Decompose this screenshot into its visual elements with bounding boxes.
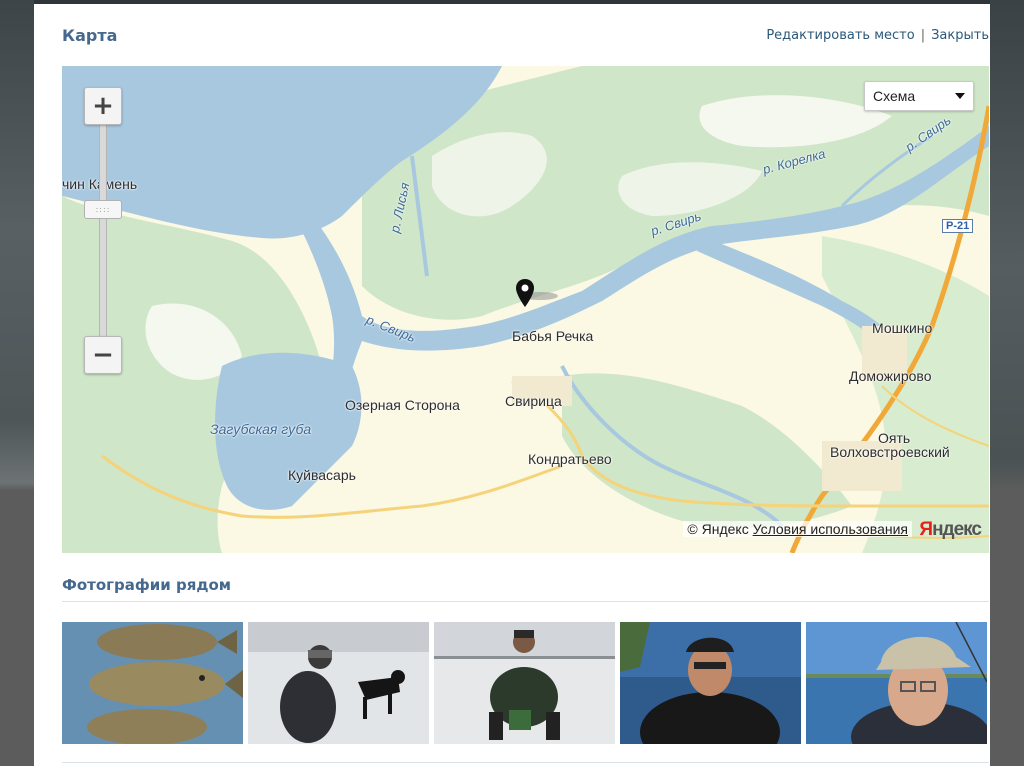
plus-icon: + (92, 91, 114, 121)
map-dialog: Карта Редактировать место | Закрыть чин … (34, 4, 990, 766)
map-label-zagubskaya: Загубская губа (210, 421, 312, 437)
backdrop-right (990, 0, 1024, 766)
yandex-logo-rest: ндекс (932, 519, 982, 540)
zoom-slider-track[interactable] (99, 124, 107, 338)
map-label-moshkino: Мошкино (872, 320, 933, 336)
map-view[interactable]: чин Камень р. Лисья р. Свирь р. Свирь р.… (62, 66, 989, 553)
map-label-ozernaya: Озерная Сторона (345, 397, 460, 413)
zoom-out-button[interactable]: − (84, 336, 122, 374)
road-number-sign: Р-21 (942, 219, 974, 233)
map-label-kondratyevo: Кондратьево (528, 451, 612, 467)
map-canvas (62, 66, 989, 553)
caret-down-icon (955, 93, 965, 99)
close-link[interactable]: Закрыть (931, 28, 989, 43)
map-copyright: © Яндекс Условия использования (683, 521, 912, 537)
photo-thumbnail-ice-fishing-dog[interactable] (248, 622, 429, 744)
yandex-logo-letter: Я (919, 519, 933, 540)
dialog-title: Карта (62, 26, 118, 45)
map-label-volkhovstroevsky: Волховстроевский (830, 444, 950, 460)
yandex-logo[interactable]: Яндекс (919, 519, 982, 541)
terms-of-use-link[interactable]: Условия использования (753, 521, 908, 537)
map-type-select[interactable]: Схема (864, 81, 974, 111)
zoom-slider-handle[interactable]: :::: (84, 200, 122, 219)
nearby-photos-title: Фотографии рядом (62, 576, 232, 594)
bottom-divider (62, 762, 989, 763)
minus-icon: − (92, 340, 114, 370)
photo-thumbnail-man-in-cap[interactable] (620, 622, 801, 744)
map-label-svirica: Свирица (505, 393, 562, 409)
edit-place-link[interactable]: Редактировать место (766, 28, 914, 43)
photo-thumbnail-ice-fishing-sitting[interactable] (434, 622, 615, 744)
link-separator: | (920, 28, 926, 43)
map-label-babya-rechka: Бабья Речка (512, 328, 594, 344)
backdrop-left (0, 0, 34, 766)
copyright-text: © Яндекс (687, 521, 749, 537)
photo-thumbnail-man-in-hat[interactable] (806, 622, 987, 744)
section-divider (62, 601, 989, 602)
map-type-value: Схема (873, 88, 916, 104)
dialog-header-links: Редактировать место | Закрыть (766, 28, 989, 43)
photo-thumbnail-fish[interactable] (62, 622, 243, 744)
map-label-kuivasar: Куйвасарь (288, 467, 356, 483)
map-label-domozhirovo: Доможирово (849, 368, 932, 384)
zoom-in-button[interactable]: + (84, 87, 122, 125)
